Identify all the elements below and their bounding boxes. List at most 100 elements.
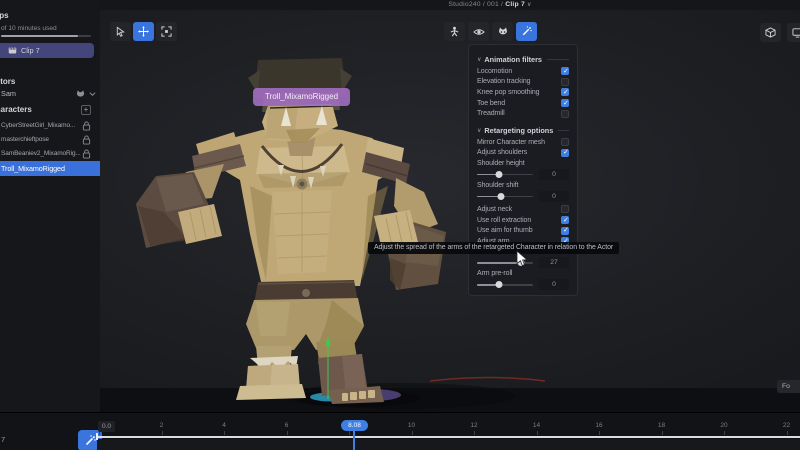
aim-thumb-checkbox[interactable] — [561, 227, 569, 235]
row-label: Shoulder shift — [477, 182, 518, 189]
actor-preview-button[interactable] — [492, 22, 513, 41]
actors-header: Actors — [0, 77, 15, 86]
row-mirror: Mirror Character mesh — [477, 137, 569, 148]
focus-button[interactable]: Fo — [777, 380, 800, 393]
roll-extraction-checkbox[interactable] — [561, 216, 569, 224]
sidebar-item-character[interactable]: SamBeaniev2_MixamoRig... — [0, 147, 100, 160]
tick-label: 6 — [285, 422, 289, 429]
sidebar-item-character[interactable]: masterchieftpose — [0, 133, 100, 146]
row-aim-thumb: Use aim for thumb — [477, 225, 569, 236]
section-retargeting[interactable]: ∨ Retargeting options — [477, 124, 569, 137]
section-title: Animation filters — [484, 55, 542, 64]
locomotion-checkbox[interactable] — [561, 67, 569, 75]
tick-mark — [349, 431, 350, 435]
troll-3d-model[interactable] — [100, 10, 800, 412]
usage-text: of 10 minutes used — [1, 25, 57, 32]
sidebar-item-character-selected[interactable]: Troll_MixamoRigged — [0, 161, 100, 176]
shoulder-height-slider[interactable] — [477, 168, 533, 180]
tick-mark — [662, 431, 663, 435]
move-icon — [138, 26, 149, 37]
tick-mark — [224, 431, 225, 435]
sidebar-item-actor-sam[interactable]: Sam — [0, 87, 100, 100]
treadmill-checkbox[interactable] — [561, 110, 569, 118]
tick-mark — [599, 431, 600, 435]
tick-mark — [162, 431, 163, 435]
sidebar-item-character[interactable]: CyberStreetGirl_Mixamo... — [0, 119, 100, 132]
timeline: 7 8.08 0.024610121416182022 — [0, 412, 800, 450]
shoulder-shift-slider[interactable] — [477, 190, 533, 202]
row-label: Locomotion — [477, 68, 512, 75]
lock-icon — [82, 135, 91, 145]
adjust-neck-checkbox[interactable] — [561, 205, 569, 213]
breadcrumb[interactable]: Studio240 / 001 / Clip 7 ∨ — [330, 0, 650, 10]
tick-label: 22 — [783, 422, 790, 429]
shoulder-height-value[interactable]: 0 — [539, 169, 569, 180]
magic-wand-icon — [521, 26, 532, 37]
row-shoulder-shift-label: Shoulder shift — [477, 180, 569, 190]
row-label: Mirror Character mesh — [477, 139, 545, 146]
tick-mark — [787, 431, 788, 435]
playhead-line[interactable] — [353, 431, 355, 450]
tick-label: 10 — [408, 422, 415, 429]
cat-mask-icon — [497, 26, 509, 37]
tick-label: 12 — [470, 422, 477, 429]
character-name-tag[interactable]: Troll_MixamoRigged — [253, 88, 350, 106]
knee-checkbox[interactable] — [561, 88, 569, 96]
cube-icon — [765, 27, 776, 38]
tick-label: 20 — [720, 422, 727, 429]
add-character-button[interactable]: + — [81, 105, 91, 115]
breadcrumb-path: Studio240 / 001 / — [448, 1, 503, 8]
arm-pre-roll-slider[interactable] — [477, 279, 533, 291]
adjust-shoulders-checkbox[interactable] — [561, 149, 569, 157]
row-label: Use aim for thumb — [477, 227, 533, 234]
row-treadmill: Treadmill — [477, 108, 569, 119]
arm-pre-roll-value[interactable]: 0 — [539, 279, 569, 290]
viewport-3d[interactable]: Troll_MixamoRigged — [100, 10, 800, 412]
body-icon — [449, 26, 460, 37]
ground-axis-red — [430, 378, 545, 382]
timeline-track-row[interactable] — [97, 439, 800, 450]
toe-checkbox[interactable] — [561, 99, 569, 107]
row-adjust-shoulders: Adjust shoulders — [477, 148, 569, 159]
character-pose-button[interactable] — [444, 22, 465, 41]
assets-button[interactable] — [760, 23, 781, 42]
select-tool-button[interactable] — [110, 22, 131, 41]
mouse-cursor — [516, 250, 529, 268]
slider-knob[interactable] — [497, 193, 504, 200]
arm-spread-value[interactable]: 27 — [539, 257, 569, 268]
section-animation-filters[interactable]: ∨ Animation filters — [477, 53, 569, 66]
shoulder-shift-value[interactable]: 0 — [539, 191, 569, 202]
tick-label: 4 — [222, 422, 226, 429]
row-label: Adjust shoulders — [477, 149, 527, 156]
chevron-down-icon: ∨ — [477, 127, 481, 134]
row-label: Shoulder height — [477, 160, 525, 167]
slider-knob[interactable] — [496, 281, 503, 288]
tick-mark — [537, 431, 538, 435]
lock-icon — [82, 149, 91, 159]
tick-label: 18 — [658, 422, 665, 429]
timeline-track[interactable] — [97, 436, 800, 438]
visibility-button[interactable] — [468, 22, 489, 41]
mirror-checkbox[interactable] — [561, 138, 569, 146]
frame-select-tool-button[interactable] — [156, 22, 177, 41]
timeline-ruler[interactable]: 8.08 0.024610121416182022 — [0, 413, 800, 450]
playhead-time[interactable]: 8.08 — [341, 420, 368, 431]
row-elevation: Elevation tracking — [477, 77, 569, 88]
row-label: Knee pop smoothing — [477, 89, 539, 96]
chevron-down-icon[interactable] — [89, 91, 96, 97]
breadcrumb-clip: Clip 7 — [505, 1, 525, 8]
clip-item-label: Clip 7 — [21, 46, 40, 55]
row-knee: Knee pop smoothing — [477, 87, 569, 98]
row-adjust-neck: Adjust neck — [477, 204, 569, 215]
divider — [547, 59, 569, 60]
cursor-arrow-icon — [115, 26, 126, 37]
slider-knob[interactable] — [496, 171, 503, 178]
sidebar: Clips of 10 minutes used Clip 7 Actors S… — [0, 0, 100, 412]
export-button[interactable] — [787, 23, 800, 42]
filters-button-active[interactable] — [516, 22, 537, 41]
section-title: Retargeting options — [484, 126, 553, 135]
chevron-down-icon: ∨ — [527, 2, 532, 8]
sidebar-item-clip[interactable]: Clip 7 — [0, 43, 94, 58]
elevation-checkbox[interactable] — [561, 78, 569, 86]
move-tool-button[interactable] — [133, 22, 154, 41]
